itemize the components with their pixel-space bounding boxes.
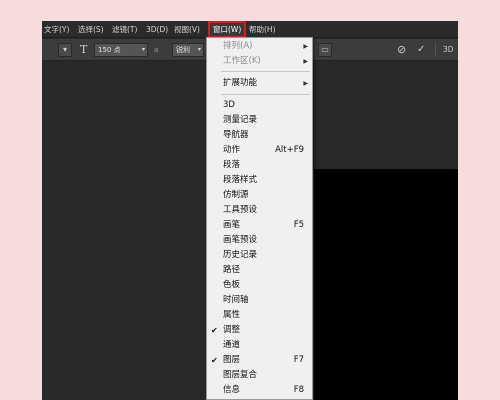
menu-item-layers[interactable]: ✔ 图层 F7 xyxy=(207,353,312,368)
menu-view[interactable]: 视图(V) xyxy=(174,21,200,38)
menu-window[interactable]: 窗口(W) xyxy=(208,21,247,38)
folder-icon: ▭ xyxy=(321,45,329,54)
menu-item-navigator[interactable]: 导航器 xyxy=(207,128,312,143)
checkmark-icon: ✔ xyxy=(211,326,218,335)
menu-filter[interactable]: 滤镜(T) xyxy=(112,21,137,38)
commit-check-icon[interactable]: ✓ xyxy=(417,43,425,57)
menu-item-measurement-log[interactable]: 测量记录 xyxy=(207,113,312,128)
shortcut-label: F7 xyxy=(293,355,304,365)
chevron-right-icon: ▶ xyxy=(303,58,308,65)
menu-item-adjustments[interactable]: ✔ 调整 xyxy=(207,323,312,338)
menu-item-extensions[interactable]: 扩展功能 ▶ xyxy=(207,76,312,91)
menu-item-info[interactable]: 信息 F8 xyxy=(207,383,312,398)
menu-item-properties[interactable]: 属性 xyxy=(207,308,312,323)
menu-help[interactable]: 帮助(H) xyxy=(249,21,276,38)
chevron-down-icon: ▾ xyxy=(141,46,145,53)
tool-preset-picker[interactable]: ▾ xyxy=(58,43,72,57)
menu-item-brush-presets[interactable]: 画笔预设 xyxy=(207,233,312,248)
menu-item-paths[interactable]: 路径 xyxy=(207,263,312,278)
menu-item-brush[interactable]: 画笔 F5 xyxy=(207,218,312,233)
font-size-field[interactable]: 150 点 ▾ xyxy=(94,43,148,57)
menu-item-3d[interactable]: 3D xyxy=(207,98,312,113)
menu-item-workspace[interactable]: 工作区(K) ▶ xyxy=(207,54,312,69)
menu-bar: 文字(Y) 选择(S) 滤镜(T) 3D(D) 视图(V) 窗口(W) 帮助(H… xyxy=(42,21,458,38)
menu-item-tool-presets[interactable]: 工具预设 xyxy=(207,203,312,218)
font-size-value: 150 点 xyxy=(98,46,121,54)
chevron-down-icon: ▾ xyxy=(197,46,201,53)
chevron-down-icon: ▾ xyxy=(62,45,67,54)
menu-item-actions[interactable]: 动作 Alt+F9 xyxy=(207,143,312,158)
menu-item-history[interactable]: 历史记录 xyxy=(207,248,312,263)
font-size-icon: T xyxy=(80,43,88,56)
window-menu-dropdown: 排列(A) ▶ 工作区(K) ▶ 扩展功能 ▶ 3D 测量记录 导航器 动作 A… xyxy=(206,37,313,400)
menu-item-clone-source[interactable]: 仿制源 xyxy=(207,188,312,203)
3d-label[interactable]: 3D xyxy=(443,43,454,57)
menu-item-layer-comps[interactable]: 图层复合 xyxy=(207,368,312,383)
shortcut-label: F8 xyxy=(293,385,304,395)
antialias-value: 锐利 xyxy=(176,46,190,54)
antialias-icon: a xyxy=(154,43,158,57)
cancel-icon[interactable]: ⊘ xyxy=(397,43,406,57)
menu-select[interactable]: 选择(S) xyxy=(78,21,104,38)
menu-separator xyxy=(221,71,310,72)
divider xyxy=(435,43,436,57)
menu-separator xyxy=(221,94,310,95)
menu-item-arrange[interactable]: 排列(A) ▶ xyxy=(207,39,312,54)
menu-item-timeline[interactable]: 时间轴 xyxy=(207,293,312,308)
chevron-right-icon: ▶ xyxy=(303,43,308,50)
menu-item-paragraph-styles[interactable]: 段落样式 xyxy=(207,173,312,188)
menu-item-paragraph[interactable]: 段落 xyxy=(207,158,312,173)
antialias-select[interactable]: 锐利 ▾ xyxy=(172,43,204,57)
chevron-right-icon: ▶ xyxy=(303,80,308,87)
antialias-prefix: a xyxy=(154,46,159,54)
shortcut-label: Alt+F9 xyxy=(275,145,304,155)
document-canvas[interactable] xyxy=(314,169,458,400)
menu-item-swatches[interactable]: 色板 xyxy=(207,278,312,293)
menu-3d[interactable]: 3D(D) xyxy=(146,21,168,38)
menu-type[interactable]: 文字(Y) xyxy=(44,21,69,38)
create-folder-button[interactable]: ▭ xyxy=(318,43,332,57)
shortcut-label: F5 xyxy=(293,220,304,230)
checkmark-icon: ✔ xyxy=(211,356,218,365)
menu-item-channels[interactable]: 通道 xyxy=(207,338,312,353)
